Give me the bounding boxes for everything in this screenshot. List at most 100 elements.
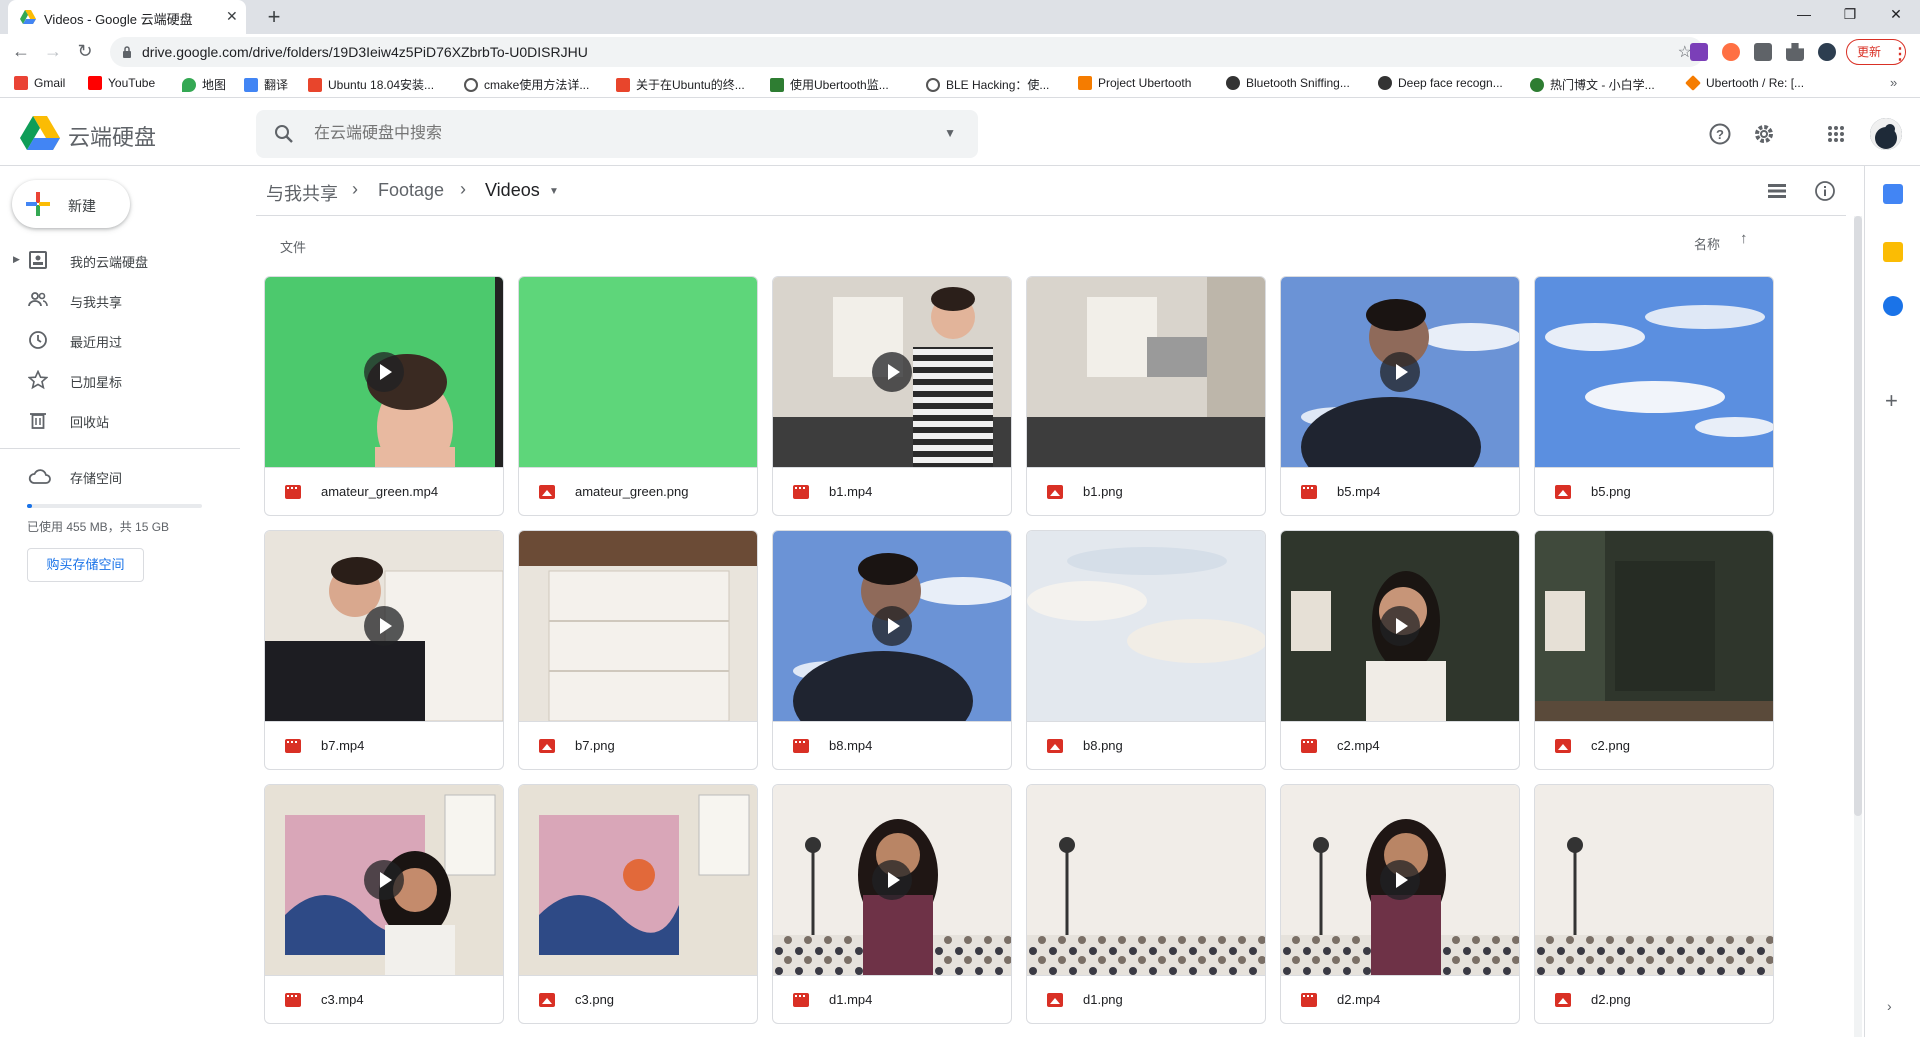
file-name-row[interactable]: b5.mp4 xyxy=(1281,467,1519,515)
play-icon[interactable] xyxy=(364,860,404,900)
tab-close-icon[interactable]: ✕ xyxy=(226,8,238,25)
restore-button[interactable]: ❐ xyxy=(1840,6,1860,23)
image-file-card[interactable]: d2.png xyxy=(1534,784,1774,1024)
video-file-card[interactable]: c2.mp4 xyxy=(1280,530,1520,770)
file-thumbnail[interactable] xyxy=(519,277,757,467)
video-file-card[interactable]: b1.mp4 xyxy=(772,276,1012,516)
file-thumbnail[interactable] xyxy=(519,531,757,721)
play-icon[interactable] xyxy=(872,352,912,392)
play-icon[interactable] xyxy=(872,606,912,646)
sidebar-item-my-drive[interactable]: ▶ 我的云端硬盘 xyxy=(0,242,240,278)
video-file-card[interactable]: b7.mp4 xyxy=(264,530,504,770)
search-bar[interactable]: ▼ xyxy=(256,110,978,158)
extensions-puzzle-icon[interactable] xyxy=(1786,43,1804,61)
file-name-row[interactable]: c2.png xyxy=(1535,721,1773,769)
tasks-icon[interactable] xyxy=(1883,296,1903,316)
file-name-row[interactable]: b1.mp4 xyxy=(773,467,1011,515)
play-icon[interactable] xyxy=(1380,606,1420,646)
file-thumbnail[interactable] xyxy=(1027,531,1265,721)
bookmark-gmail[interactable]: Gmail xyxy=(14,76,65,90)
bookmark-item[interactable]: 关于在Ubuntu的终... xyxy=(616,76,745,93)
back-button[interactable]: ← xyxy=(10,41,32,62)
play-icon[interactable] xyxy=(1380,860,1420,900)
help-icon[interactable]: ? xyxy=(1708,122,1732,146)
reload-button[interactable]: ↻ xyxy=(74,41,96,62)
search-icon[interactable] xyxy=(272,122,296,151)
browser-tab[interactable]: Videos - Google 云端硬盘 ✕ xyxy=(8,0,246,34)
file-name-row[interactable]: d2.mp4 xyxy=(1281,975,1519,1023)
video-file-card[interactable]: amateur_green.mp4 xyxy=(264,276,504,516)
bookmark-item[interactable]: cmake使用方法详... xyxy=(464,76,589,93)
breadcrumb-footage[interactable]: Footage xyxy=(378,180,444,201)
bookmark-item[interactable]: 使用Ubertooth监... xyxy=(770,76,889,93)
file-name-row[interactable]: amateur_green.mp4 xyxy=(265,467,503,515)
file-name-row[interactable]: d1.mp4 xyxy=(773,975,1011,1023)
file-thumbnail[interactable] xyxy=(519,785,757,975)
address-bar[interactable]: drive.google.com/drive/folders/19D3Ieiw4… xyxy=(110,37,1704,67)
breadcrumb-videos[interactable]: Videos xyxy=(485,180,540,201)
scrollbar-thumb[interactable] xyxy=(1854,216,1862,816)
app-name[interactable]: 云端硬盘 xyxy=(68,120,156,152)
extension-icon[interactable] xyxy=(1754,43,1772,61)
image-file-card[interactable]: amateur_green.png xyxy=(518,276,758,516)
play-icon[interactable] xyxy=(364,606,404,646)
sort-by-name[interactable]: 名称 xyxy=(1694,234,1720,253)
bookmark-translate[interactable]: 翻译 xyxy=(244,76,288,93)
buy-storage-button[interactable]: 购买存储空间 xyxy=(27,548,144,582)
new-tab-button[interactable]: + xyxy=(262,4,286,30)
video-file-card[interactable]: c3.mp4 xyxy=(264,784,504,1024)
forward-button[interactable]: → xyxy=(42,41,64,62)
file-thumbnail[interactable] xyxy=(1535,531,1773,721)
bookmark-maps[interactable]: 地图 xyxy=(182,76,226,93)
video-file-card[interactable]: b5.mp4 xyxy=(1280,276,1520,516)
image-file-card[interactable]: c3.png xyxy=(518,784,758,1024)
folder-menu-caret-icon[interactable]: ▼ xyxy=(549,186,559,197)
new-button[interactable]: 新建 xyxy=(12,180,130,228)
calendar-icon[interactable] xyxy=(1883,184,1903,204)
keep-icon[interactable] xyxy=(1883,242,1903,262)
breadcrumb-shared[interactable]: 与我共享 xyxy=(266,180,338,206)
file-name-row[interactable]: c3.png xyxy=(519,975,757,1023)
window-close-button[interactable]: ✕ xyxy=(1886,6,1906,23)
file-name-row[interactable]: b8.mp4 xyxy=(773,721,1011,769)
sidebar-item-shared[interactable]: 与我共享 xyxy=(0,282,240,318)
file-name-row[interactable]: b1.png xyxy=(1027,467,1265,515)
file-thumbnail[interactable] xyxy=(1027,785,1265,975)
bookmarks-overflow-icon[interactable]: » xyxy=(1890,75,1897,90)
video-file-card[interactable]: d1.mp4 xyxy=(772,784,1012,1024)
info-icon[interactable] xyxy=(1814,180,1836,202)
file-thumbnail[interactable] xyxy=(1027,277,1265,467)
sidebar-item-recent[interactable]: 最近用过 xyxy=(0,322,240,358)
browser-menu-icon[interactable]: ⋮ xyxy=(1892,44,1908,64)
bookmark-item[interactable]: Project Ubertooth xyxy=(1078,76,1191,90)
file-name-row[interactable]: b5.png xyxy=(1535,467,1773,515)
bookmark-item[interactable]: 热门博文 - 小白学... xyxy=(1530,76,1655,93)
play-icon[interactable] xyxy=(364,352,404,392)
image-file-card[interactable]: d1.png xyxy=(1026,784,1266,1024)
bookmark-item[interactable]: Ubuntu 18.04安装... xyxy=(308,76,434,93)
apps-grid-icon[interactable] xyxy=(1824,122,1848,146)
file-thumbnail[interactable] xyxy=(1535,785,1773,975)
bookmark-item[interactable]: Deep face recogn... xyxy=(1378,76,1503,90)
onenote-extension-icon[interactable] xyxy=(1690,43,1708,61)
image-file-card[interactable]: b5.png xyxy=(1534,276,1774,516)
bookmark-youtube[interactable]: YouTube xyxy=(88,76,155,90)
bookmark-item[interactable]: Ubertooth / Re: [... xyxy=(1685,75,1804,91)
video-file-card[interactable]: b8.mp4 xyxy=(772,530,1012,770)
sidebar-item-storage[interactable]: 存储空间 xyxy=(0,458,240,494)
play-icon[interactable] xyxy=(1380,352,1420,392)
drive-logo-icon[interactable] xyxy=(20,116,60,155)
vertical-scrollbar[interactable] xyxy=(1854,216,1862,1037)
image-file-card[interactable]: b1.png xyxy=(1026,276,1266,516)
sort-ascending-arrow-icon[interactable]: ↑ xyxy=(1740,230,1748,247)
file-name-row[interactable]: b8.png xyxy=(1027,721,1265,769)
search-options-icon[interactable]: ▼ xyxy=(944,126,956,140)
image-file-card[interactable]: b7.png xyxy=(518,530,758,770)
file-name-row[interactable]: c2.mp4 xyxy=(1281,721,1519,769)
play-icon[interactable] xyxy=(872,860,912,900)
video-file-card[interactable]: d2.mp4 xyxy=(1280,784,1520,1024)
file-name-row[interactable]: d1.png xyxy=(1027,975,1265,1023)
chevron-right-icon[interactable]: › xyxy=(1887,998,1892,1014)
minimize-button[interactable]: — xyxy=(1794,6,1814,22)
add-addon-icon[interactable]: + xyxy=(1885,388,1898,414)
